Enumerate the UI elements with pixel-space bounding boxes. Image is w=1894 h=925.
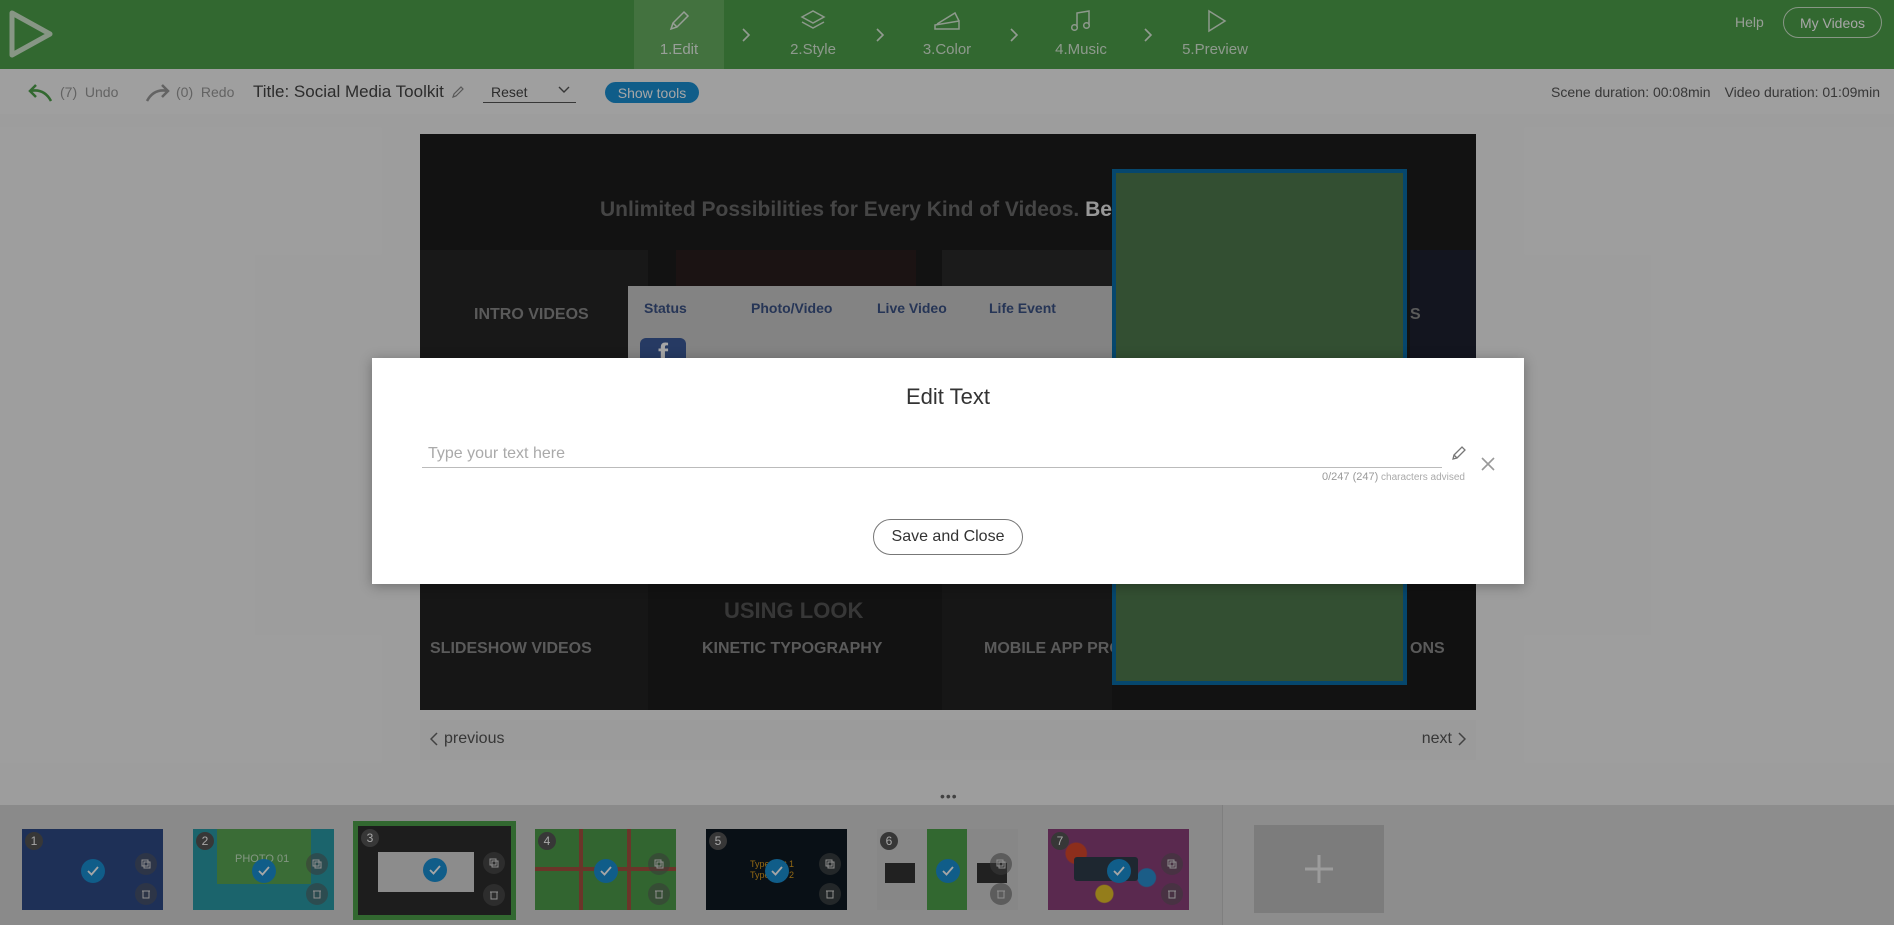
modal-title: Edit Text bbox=[906, 384, 990, 409]
counter-value: 0/247 (247) bbox=[1322, 471, 1379, 483]
pencil-icon bbox=[1452, 446, 1466, 460]
close-icon[interactable] bbox=[1480, 456, 1496, 472]
counter-suffix: characters advised bbox=[1381, 472, 1465, 483]
save-and-close-button[interactable]: Save and Close bbox=[873, 519, 1023, 555]
edit-text-modal: Edit Text 0/247 (247) characters advised… bbox=[372, 358, 1524, 584]
character-counter: 0/247 (247) characters advised bbox=[1322, 471, 1465, 483]
text-input[interactable] bbox=[422, 440, 1442, 468]
